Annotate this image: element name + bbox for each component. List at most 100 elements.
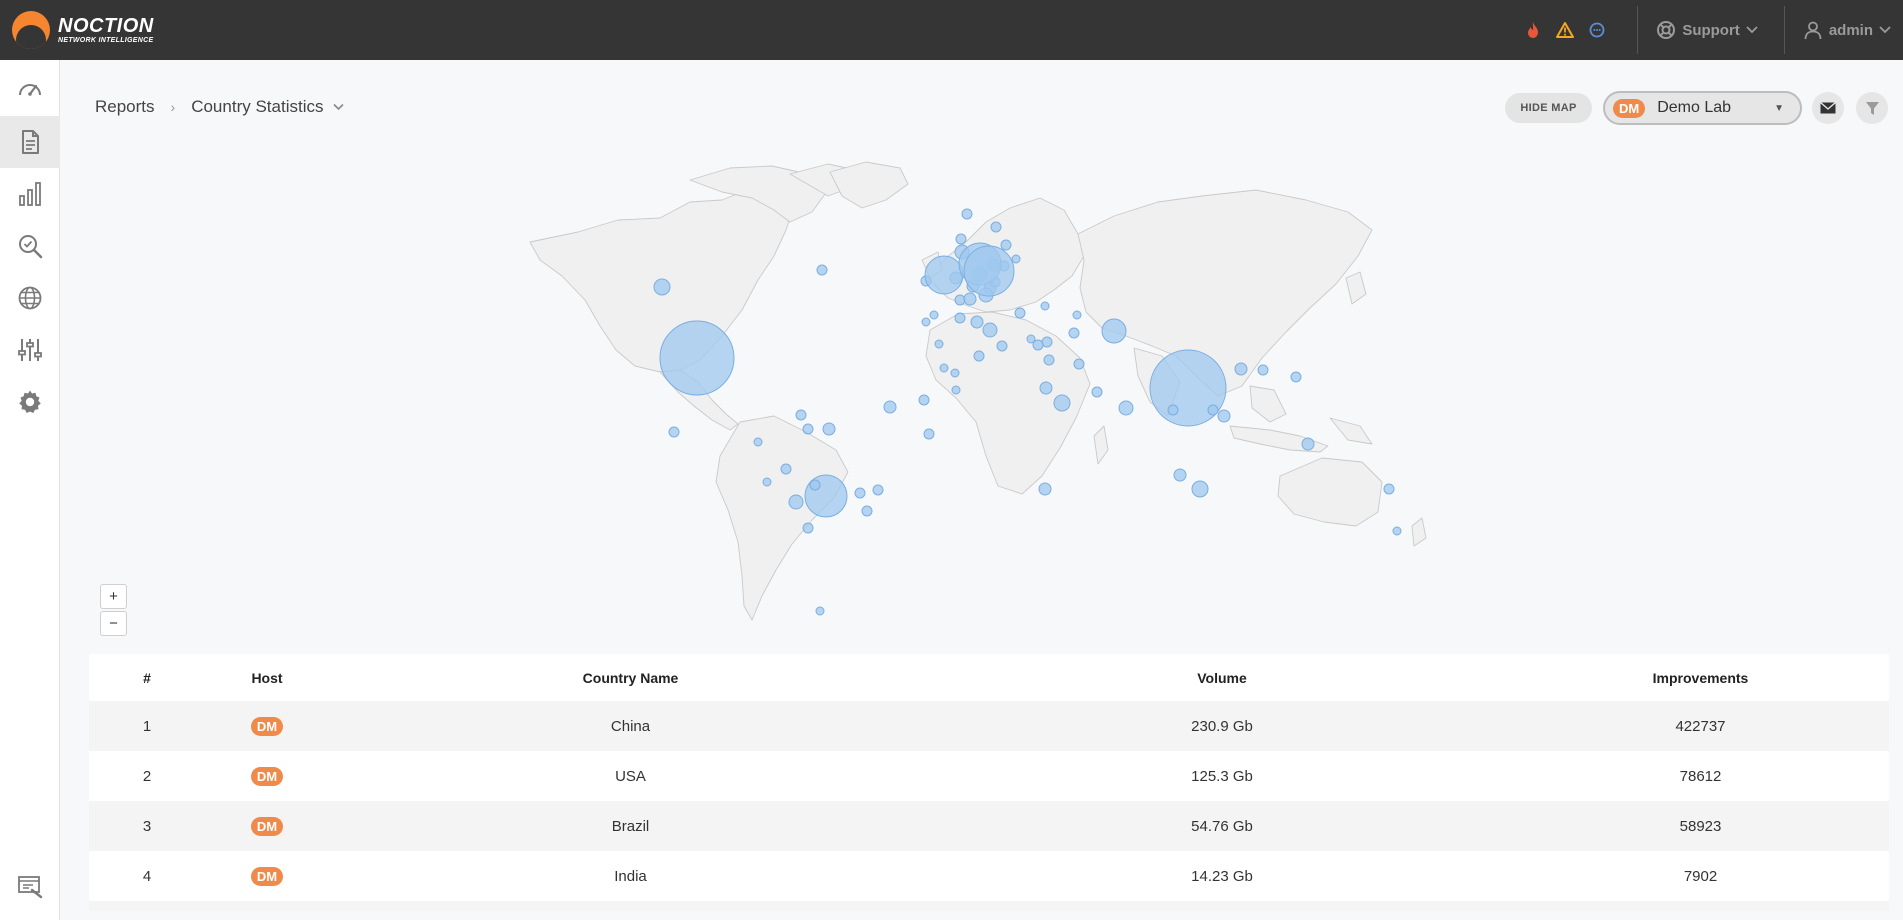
country-bubble[interactable] bbox=[780, 463, 792, 475]
breadcrumb-current-report[interactable]: Country Statistics bbox=[191, 97, 323, 117]
country-bubble[interactable] bbox=[1301, 437, 1315, 451]
reports-icon bbox=[22, 130, 39, 154]
country-bubble[interactable] bbox=[950, 368, 960, 378]
country-bubble[interactable] bbox=[861, 505, 873, 517]
country-bubble[interactable] bbox=[802, 423, 814, 435]
country-bubble[interactable] bbox=[1167, 404, 1179, 416]
country-bubble[interactable] bbox=[934, 339, 944, 349]
country-bubble[interactable] bbox=[954, 312, 966, 324]
country-bubble[interactable] bbox=[990, 221, 1002, 233]
sidebar-item-reports[interactable] bbox=[0, 116, 60, 168]
country-bubble[interactable] bbox=[1014, 307, 1026, 319]
column-header-volume[interactable]: Volume bbox=[932, 670, 1512, 686]
country-bubble[interactable] bbox=[815, 606, 825, 616]
user-menu[interactable]: admin bbox=[1803, 20, 1891, 40]
breadcrumb-reports-link[interactable]: Reports bbox=[95, 97, 155, 117]
noction-logo[interactable]: NOCTION NETWORK INTELLIGENCE bbox=[12, 11, 154, 49]
country-bubble[interactable] bbox=[1073, 358, 1085, 370]
table-row[interactable]: 1 DM China 230.9 Gb 422737 bbox=[89, 701, 1889, 751]
support-menu[interactable]: Support bbox=[1656, 20, 1758, 40]
country-bubble[interactable] bbox=[973, 350, 985, 362]
country-bubble[interactable] bbox=[1040, 301, 1050, 311]
country-bubble[interactable] bbox=[795, 409, 807, 421]
country-bubble[interactable] bbox=[1043, 354, 1055, 366]
country-bubble[interactable] bbox=[788, 494, 804, 510]
country-bubble[interactable] bbox=[929, 310, 939, 320]
country-bubble[interactable] bbox=[854, 487, 866, 499]
country-bubble[interactable] bbox=[1032, 339, 1044, 351]
country-bubble[interactable] bbox=[1173, 468, 1187, 482]
zoom-in-button[interactable]: + bbox=[100, 584, 127, 609]
sidebar-item-statistics[interactable] bbox=[0, 168, 60, 220]
column-header-improvements[interactable]: Improvements bbox=[1512, 670, 1889, 686]
country-bubble[interactable] bbox=[1191, 480, 1209, 498]
country-bubble[interactable] bbox=[955, 233, 967, 245]
country-bubble[interactable] bbox=[924, 255, 964, 295]
country-bubble[interactable] bbox=[653, 278, 671, 296]
country-bubble[interactable] bbox=[668, 426, 680, 438]
country-bubble[interactable] bbox=[970, 315, 984, 329]
chevron-down-icon[interactable] bbox=[333, 103, 345, 111]
country-bubble[interactable] bbox=[659, 320, 735, 396]
country-bubble[interactable] bbox=[1039, 381, 1053, 395]
country-bubble[interactable] bbox=[1207, 404, 1219, 416]
hide-map-button[interactable]: HIDE MAP bbox=[1505, 93, 1592, 123]
country-bubble[interactable] bbox=[816, 264, 828, 276]
country-bubble[interactable] bbox=[951, 385, 961, 395]
country-bubble[interactable] bbox=[753, 437, 763, 447]
country-bubble[interactable] bbox=[1038, 482, 1052, 496]
country-bubble[interactable] bbox=[1072, 310, 1082, 320]
table-row[interactable]: 4 DM India 14.23 Gb 7902 bbox=[89, 851, 1889, 901]
country-bubble[interactable] bbox=[939, 363, 949, 373]
country-bubble[interactable] bbox=[961, 208, 973, 220]
country-bubble[interactable] bbox=[1101, 318, 1127, 344]
country-bubble[interactable] bbox=[954, 294, 966, 306]
country-bubble[interactable] bbox=[1392, 526, 1402, 536]
country-bubble[interactable] bbox=[1000, 239, 1012, 251]
sidebar-item-settings[interactable] bbox=[0, 376, 60, 428]
country-bubble[interactable] bbox=[921, 317, 931, 327]
fire-icon[interactable] bbox=[1522, 19, 1544, 41]
country-bubble[interactable] bbox=[1217, 409, 1231, 423]
column-header-country[interactable]: Country Name bbox=[329, 670, 932, 686]
country-bubble[interactable] bbox=[918, 394, 930, 406]
email-report-button[interactable] bbox=[1812, 92, 1844, 124]
country-bubble[interactable] bbox=[963, 245, 1015, 297]
sidebar-item-search[interactable] bbox=[0, 220, 60, 272]
country-bubble[interactable] bbox=[1011, 254, 1021, 264]
chat-icon[interactable] bbox=[1586, 19, 1608, 41]
zoom-out-button[interactable]: − bbox=[100, 611, 127, 636]
country-bubble[interactable] bbox=[762, 477, 772, 487]
country-bubble[interactable] bbox=[996, 340, 1008, 352]
country-bubble[interactable] bbox=[1053, 394, 1071, 412]
country-bubble[interactable] bbox=[1118, 400, 1134, 416]
country-bubble[interactable] bbox=[809, 479, 821, 491]
column-header-host[interactable]: Host bbox=[205, 670, 329, 686]
table-row[interactable]: 2 DM USA 125.3 Gb 78612 bbox=[89, 751, 1889, 801]
country-bubble[interactable] bbox=[802, 522, 814, 534]
filter-button[interactable] bbox=[1856, 92, 1888, 124]
country-bubble[interactable] bbox=[1257, 364, 1269, 376]
warning-icon[interactable] bbox=[1554, 19, 1576, 41]
country-bubble[interactable] bbox=[822, 422, 836, 436]
host-select[interactable]: DM Demo Lab ▼ bbox=[1603, 91, 1802, 125]
table-row[interactable]: 3 DM Brazil 54.76 Gb 58923 bbox=[89, 801, 1889, 851]
sidebar-item-global[interactable] bbox=[0, 272, 60, 324]
country-bubble[interactable] bbox=[1383, 483, 1395, 495]
country-bubble[interactable] bbox=[963, 292, 977, 306]
country-bubble[interactable] bbox=[923, 428, 935, 440]
country-bubble[interactable] bbox=[872, 484, 884, 496]
sidebar-item-dashboard[interactable] bbox=[0, 64, 60, 116]
country-bubble[interactable] bbox=[883, 400, 897, 414]
land-masses bbox=[529, 161, 1427, 621]
country-bubble[interactable] bbox=[982, 322, 998, 338]
world-map[interactable] bbox=[490, 160, 1490, 640]
country-bubble[interactable] bbox=[1068, 327, 1080, 339]
country-bubble[interactable] bbox=[1091, 386, 1103, 398]
country-bubble[interactable] bbox=[1041, 336, 1053, 348]
country-bubble[interactable] bbox=[1290, 371, 1302, 383]
sidebar-item-console[interactable] bbox=[0, 860, 60, 912]
sidebar-item-configuration[interactable] bbox=[0, 324, 60, 376]
column-header-num[interactable]: # bbox=[89, 670, 205, 686]
country-bubble[interactable] bbox=[1234, 362, 1248, 376]
